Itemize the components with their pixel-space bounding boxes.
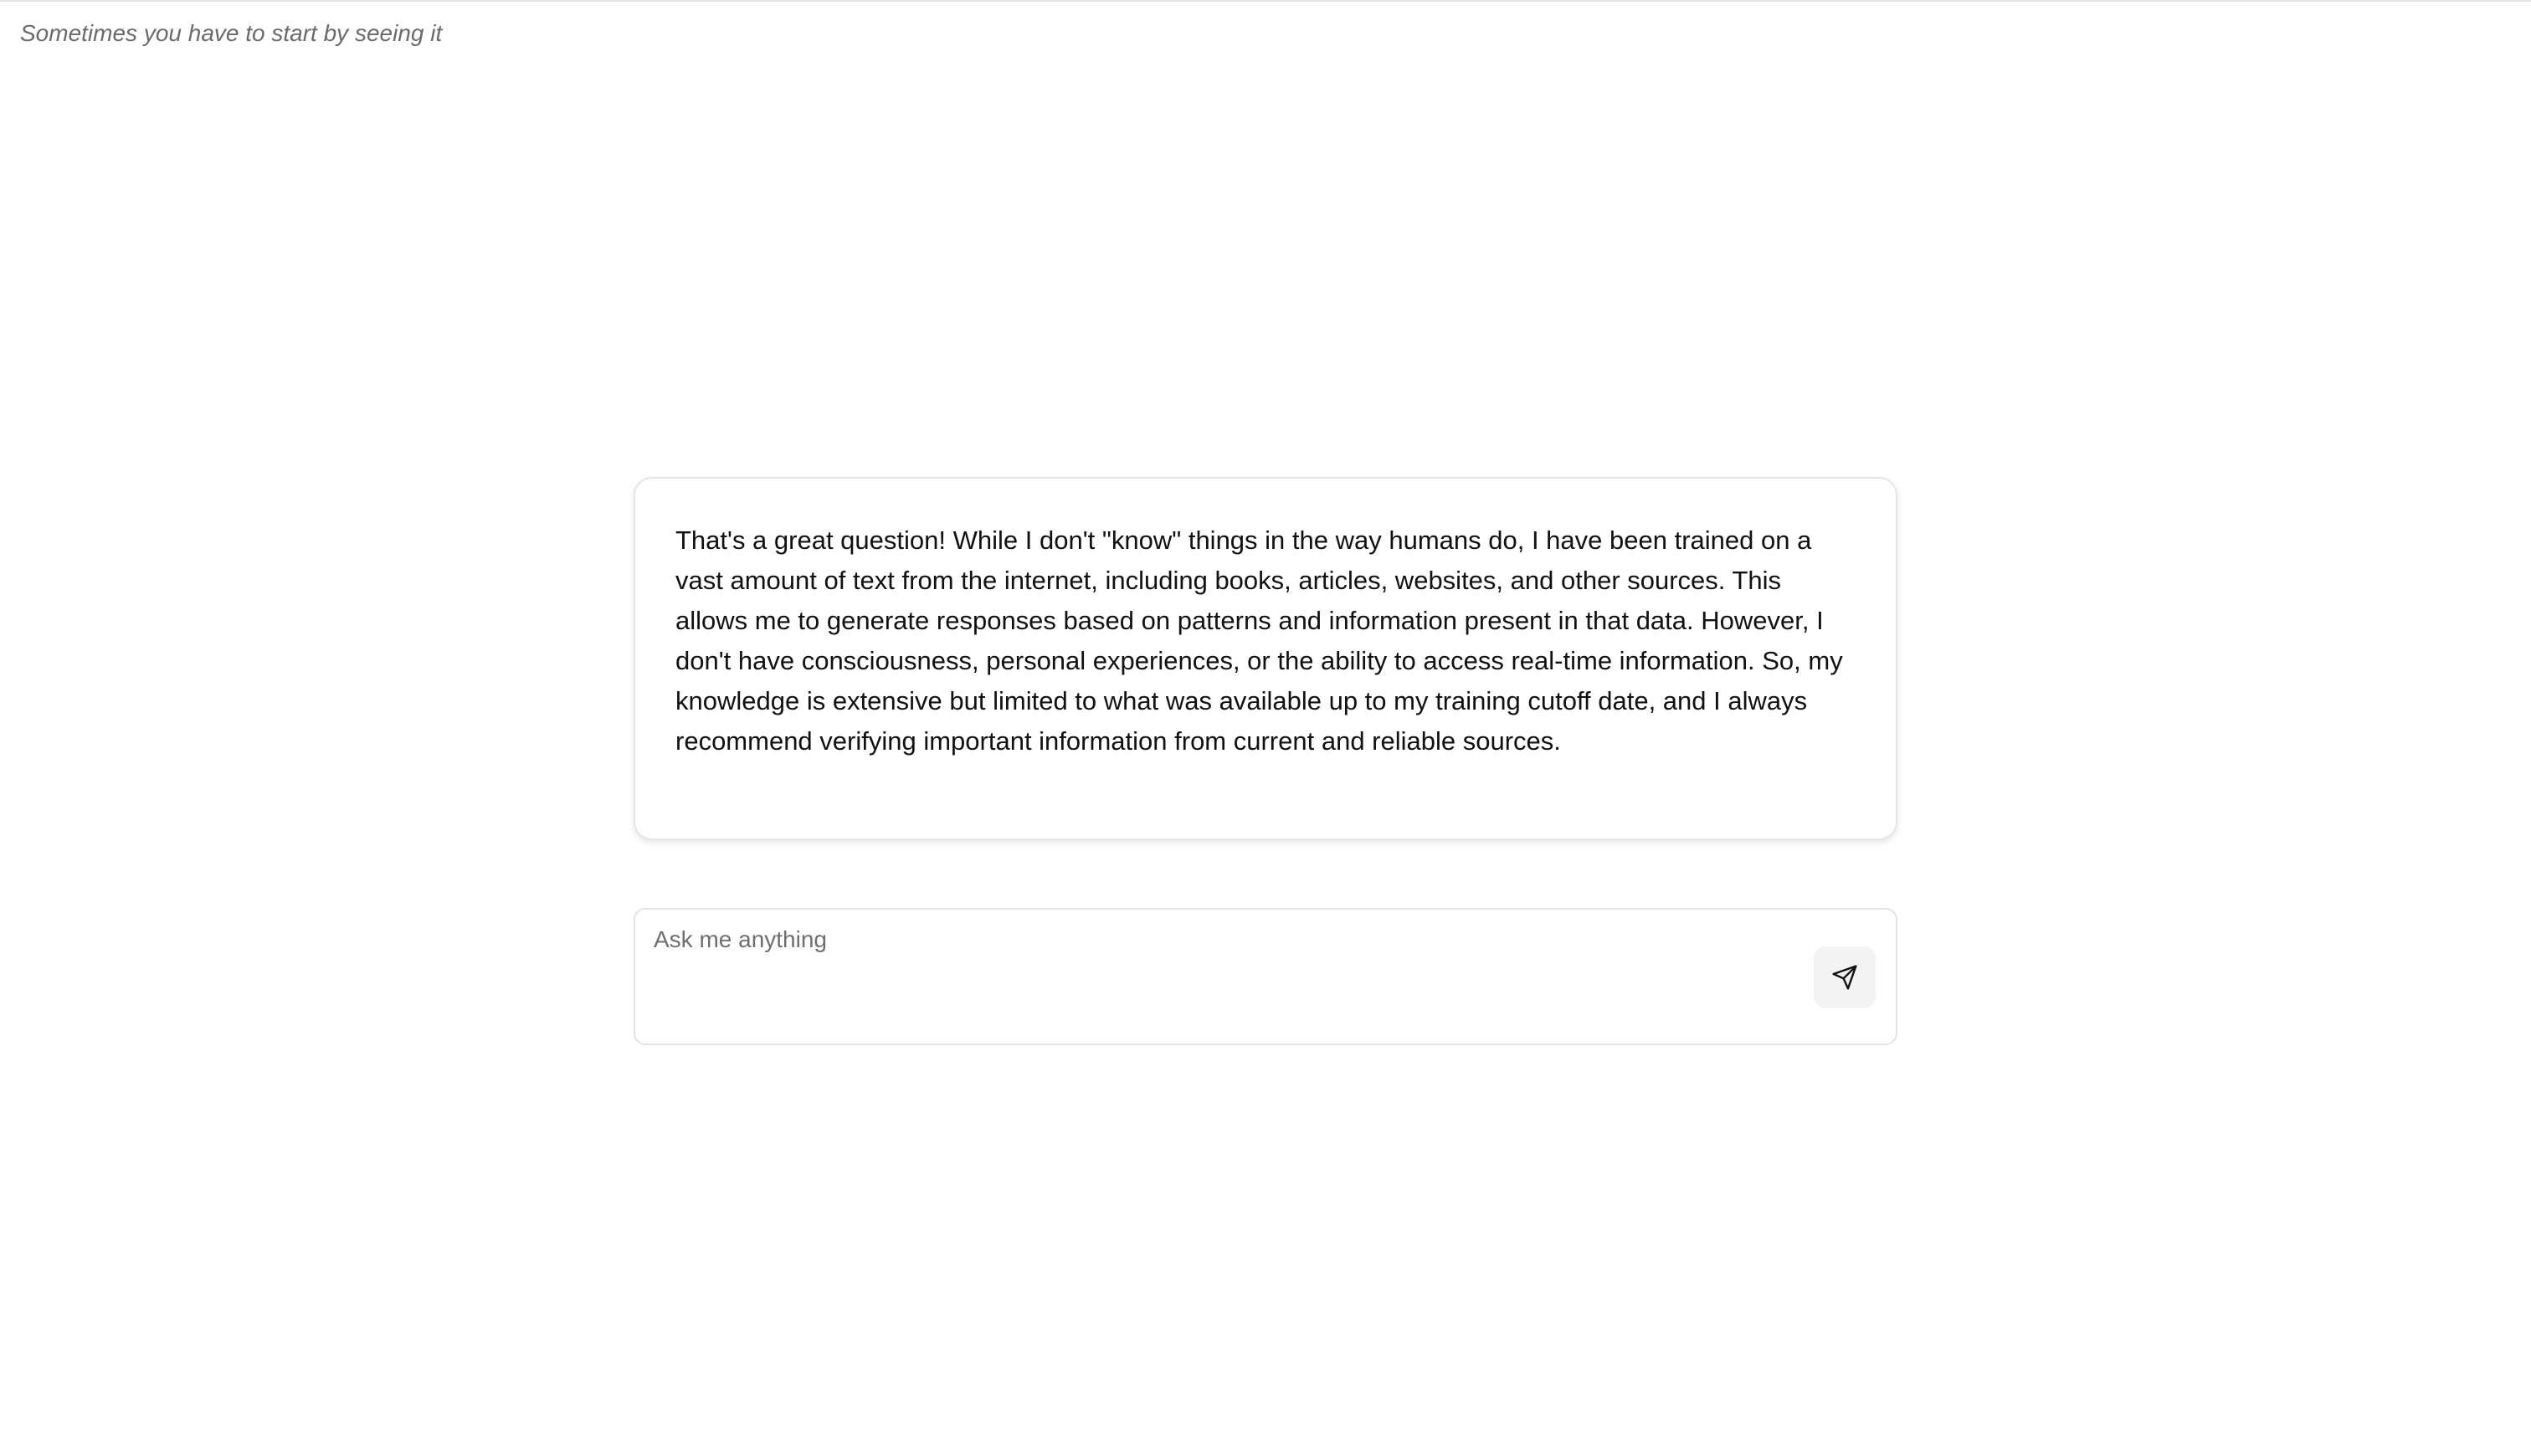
send-button[interactable] xyxy=(1814,946,1876,1008)
response-text: That's a great question! While I don't "… xyxy=(675,525,1843,756)
prompt-input[interactable] xyxy=(654,923,1809,1023)
send-icon xyxy=(1832,965,1857,990)
app-window: Sometimes you have to start by seeing it… xyxy=(0,0,2531,1456)
tagline: Sometimes you have to start by seeing it xyxy=(20,20,443,46)
composer xyxy=(634,908,1897,1045)
response-card: That's a great question! While I don't "… xyxy=(634,477,1897,840)
